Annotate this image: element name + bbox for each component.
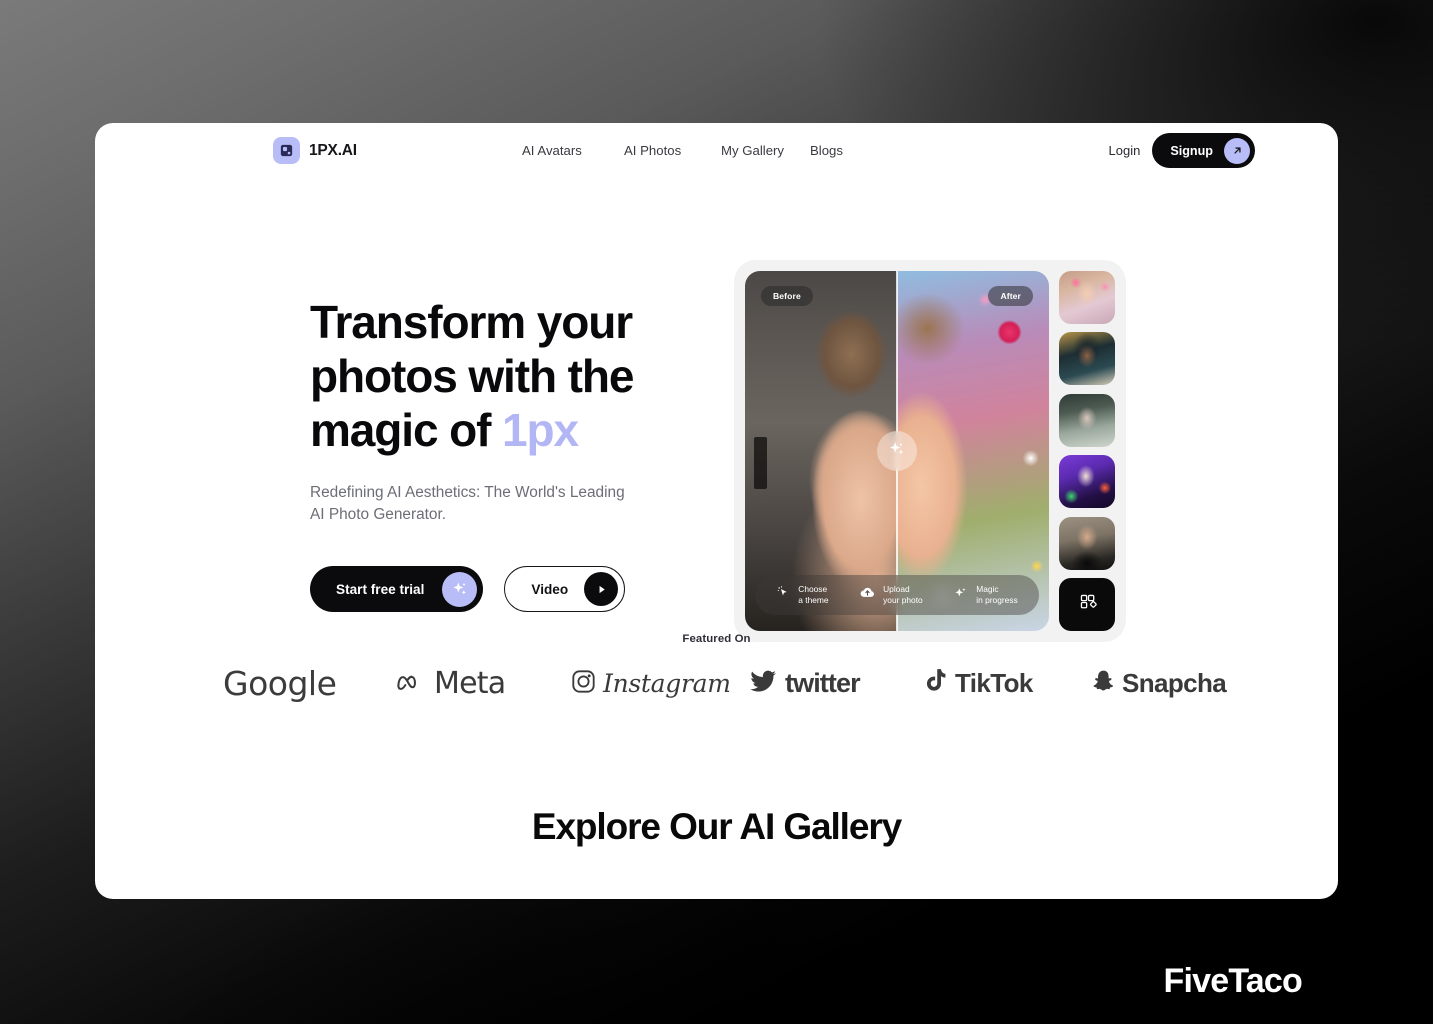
hero-title-line-1: Transform your — [310, 296, 633, 348]
signup-button[interactable]: Signup — [1152, 133, 1255, 168]
before-label: Before — [761, 286, 813, 306]
cursor-sparkle-icon — [776, 585, 791, 605]
brand-logo[interactable]: 1PX.AI — [273, 137, 357, 164]
snapchat-logo-icon — [1092, 669, 1115, 699]
nav-item-blogs[interactable]: Blogs — [810, 143, 870, 158]
logo-tiktok: TikTok — [924, 668, 1092, 699]
featured-on-label: Featured On — [682, 633, 751, 645]
nav-item-ai-photos[interactable]: AI Photos — [624, 143, 721, 158]
thumbnail-golden-portrait[interactable] — [1059, 332, 1115, 386]
before-after-comparison[interactable]: Before After Choose a theme Upload your … — [745, 271, 1049, 631]
hero-subtitle: Redefining AI Aesthetics: The World's Le… — [310, 484, 625, 523]
arrow-up-right-icon — [1224, 137, 1250, 164]
fivetaco-watermark: FiveTaco — [1163, 962, 1303, 1000]
logo-twitter: twitter — [750, 668, 924, 699]
hero-copy: Transform your photos with the magic of … — [310, 295, 730, 612]
video-button[interactable]: Video — [504, 566, 626, 612]
featured-on-section: Featured On Google Meta Instagram twitte… — [95, 633, 1338, 703]
logo-instagram: Instagram — [571, 669, 750, 699]
step-magic-text: Magic in progress — [976, 584, 1017, 606]
signup-button-label: Signup — [1170, 143, 1213, 158]
login-link[interactable]: Login — [1109, 143, 1141, 158]
google-logo-wordmark: Google — [223, 664, 337, 703]
thumbnail-rail — [1059, 271, 1115, 631]
step-upload-photo-text: Upload your photo — [883, 584, 923, 606]
main-nav: AI Avatars AI Photos My Gallery Blogs — [522, 143, 870, 158]
step-line-1: Choose — [798, 584, 828, 594]
instagram-logo-wordmark: Instagram — [603, 669, 731, 698]
instagram-logo-icon — [571, 669, 596, 699]
step-choose-theme[interactable]: Choose a theme — [776, 584, 829, 606]
comparison-slider-handle[interactable] — [877, 431, 917, 471]
video-button-label: Video — [531, 581, 569, 597]
step-line-2: in progress — [976, 595, 1018, 605]
hero-title-line-2: photos with the — [310, 350, 634, 402]
app-logo-icon — [273, 137, 300, 164]
snapchat-logo-wordmark: Snapcha — [1122, 668, 1227, 698]
brand-name: 1PX.AI — [309, 141, 357, 159]
tiktok-logo-wordmark: TikTok — [955, 668, 1033, 698]
meta-logo-wordmark: Meta — [434, 666, 506, 701]
hero-section: Transform your photos with the magic of … — [95, 185, 1338, 642]
grid-icon — [1078, 592, 1097, 616]
start-free-trial-label: Start free trial — [336, 581, 425, 597]
thumbnail-male-portrait[interactable] — [1059, 516, 1115, 570]
app-window-card: 1PX.AI AI Avatars AI Photos My Gallery B… — [95, 123, 1338, 899]
sparkle-icon — [442, 571, 478, 607]
nav-item-my-gallery[interactable]: My Gallery — [721, 143, 810, 158]
thumbnail-veil-portrait[interactable] — [1059, 393, 1115, 447]
tiktok-logo-icon — [924, 668, 948, 699]
hero-title-accent: 1px — [502, 404, 579, 456]
hero-title: Transform your photos with the magic of … — [310, 295, 730, 457]
featured-logo-row: Google Meta Instagram twitter TikTok Sna… — [95, 664, 1338, 703]
step-line-1: Magic — [976, 584, 999, 594]
nav-item-ai-avatars[interactable]: AI Avatars — [522, 143, 624, 158]
step-magic-in-progress[interactable]: Magic in progress — [953, 584, 1018, 606]
thumbnail-floral-portrait[interactable] — [1059, 271, 1115, 324]
step-line-2: a theme — [798, 595, 829, 605]
twitter-logo-icon — [750, 669, 778, 698]
twitter-logo-wordmark: twitter — [785, 668, 861, 698]
after-label: After — [988, 286, 1033, 306]
sparkle-icon — [886, 438, 908, 465]
hero-cta-group: Start free trial Video — [310, 566, 730, 612]
logo-google: Google — [223, 664, 395, 703]
play-icon — [584, 572, 619, 606]
hero-showcase-panel: Before After Choose a theme Upload your … — [734, 260, 1126, 642]
sparkle-icon — [953, 585, 969, 606]
header-actions: Login Signup — [1109, 133, 1255, 168]
step-upload-photo[interactable]: Upload your photo — [859, 584, 923, 606]
workflow-steps-bar: Choose a theme Upload your photo Magic i… — [755, 575, 1039, 615]
gallery-section-heading: Explore Our AI Gallery — [531, 806, 902, 847]
site-header: 1PX.AI AI Avatars AI Photos My Gallery B… — [95, 123, 1338, 185]
thumbnail-neon-portrait[interactable] — [1059, 455, 1115, 509]
step-line-2: your photo — [883, 595, 923, 605]
hero-title-line-3: magic of — [310, 404, 503, 456]
cloud-upload-icon — [859, 584, 876, 606]
logo-snapchat: Snapcha — [1092, 668, 1227, 699]
step-line-1: Upload — [883, 584, 910, 594]
step-choose-theme-text: Choose a theme — [798, 584, 828, 606]
logo-meta: Meta — [395, 666, 571, 701]
thumbnail-view-all[interactable] — [1059, 577, 1115, 631]
start-free-trial-button[interactable]: Start free trial — [310, 566, 484, 612]
meta-logo-icon — [395, 670, 427, 697]
